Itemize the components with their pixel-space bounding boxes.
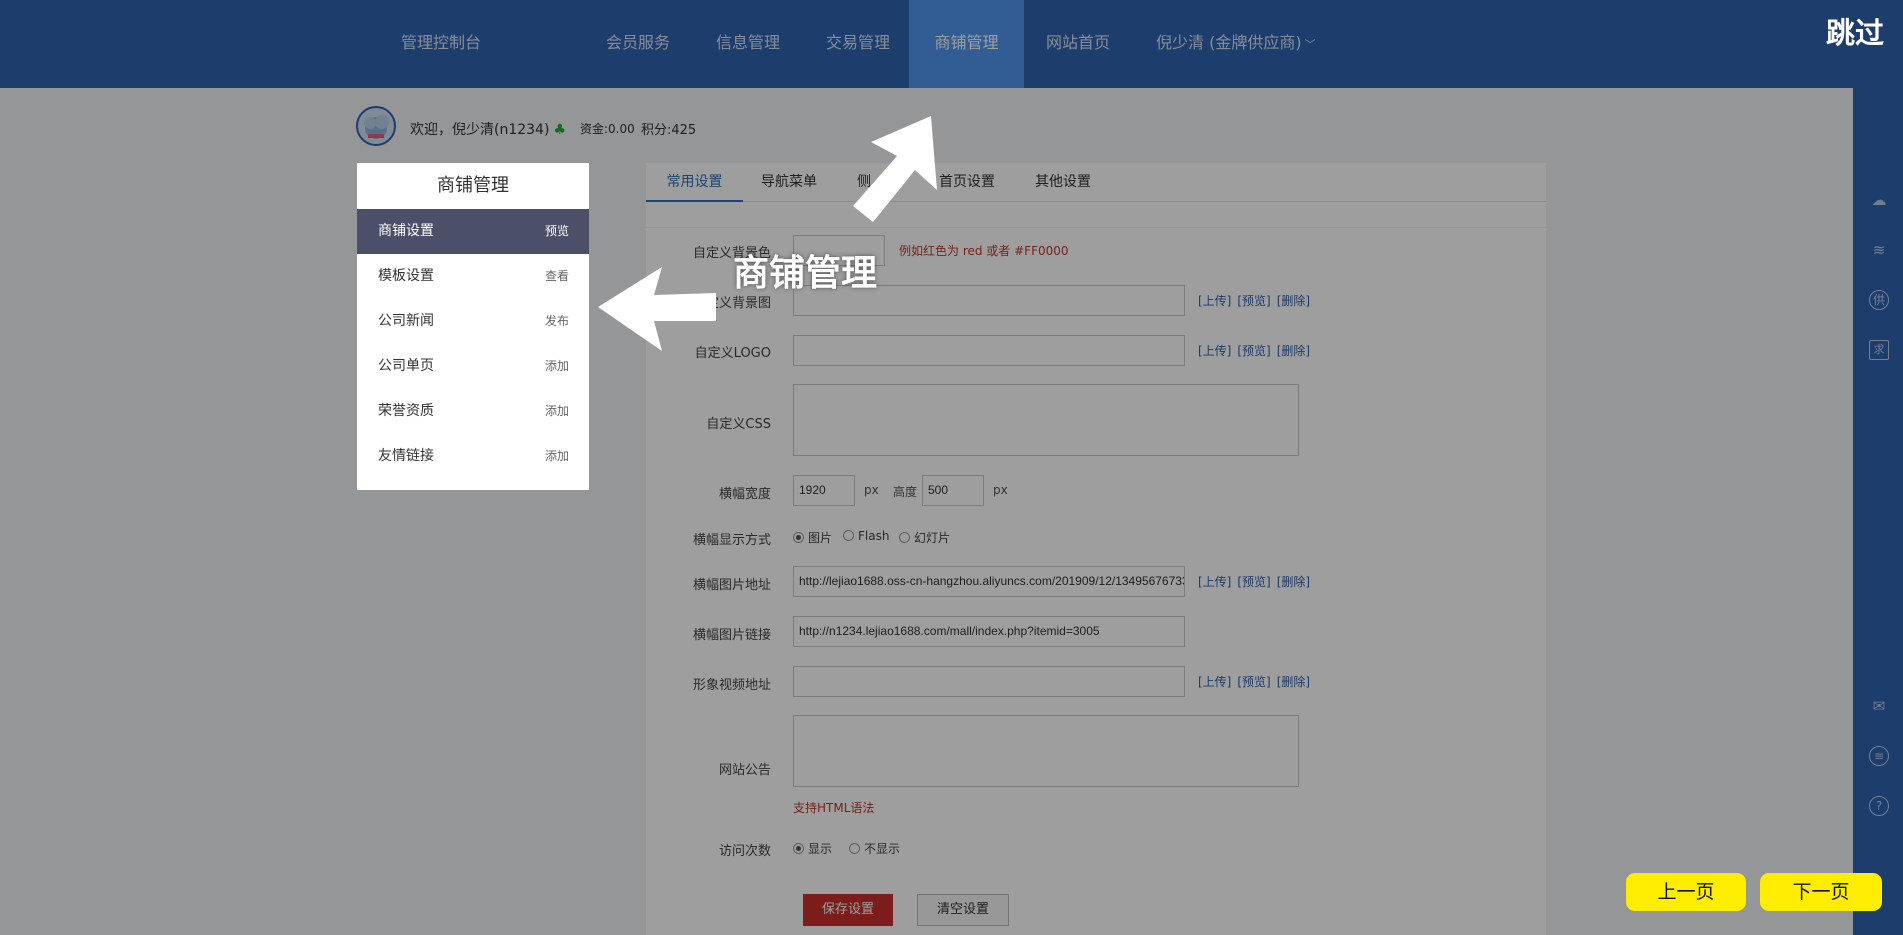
menu-item-action[interactable]: 添加 <box>545 434 569 479</box>
menu-item-company-page[interactable]: 公司单页 添加 <box>357 344 589 389</box>
menu-item-action[interactable]: 查看 <box>545 254 569 299</box>
menu-item-label: 公司单页 <box>378 358 434 374</box>
menu-item-company-news[interactable]: 公司新闻 发布 <box>357 299 589 344</box>
menu-item-action[interactable]: 添加 <box>545 344 569 389</box>
tutorial-overlay <box>0 0 1903 935</box>
menu-item-action[interactable]: 预览 <box>545 209 569 254</box>
side-menu-title: 商铺管理 <box>437 175 509 196</box>
menu-item-honors[interactable]: 荣誉资质 添加 <box>357 389 589 434</box>
arrow-up-right-icon <box>853 116 937 222</box>
menu-item-label: 荣誉资质 <box>378 403 434 419</box>
next-page-button[interactable]: 下一页 <box>1760 873 1882 911</box>
arrow-left-icon <box>598 267 716 351</box>
menu-item-label: 商铺设置 <box>378 223 434 239</box>
menu-item-label: 公司新闻 <box>378 313 434 329</box>
menu-item-action[interactable]: 发布 <box>545 299 569 344</box>
menu-item-shop-settings[interactable]: 商铺设置 预览 <box>357 209 589 254</box>
menu-item-action[interactable]: 添加 <box>545 389 569 434</box>
skip-button[interactable]: 跳过 <box>1826 10 1884 52</box>
menu-item-friend-links[interactable]: 友情链接 添加 <box>357 434 589 479</box>
prev-page-button[interactable]: 上一页 <box>1626 873 1746 911</box>
tutorial-callout: 商铺管理 <box>733 253 878 294</box>
menu-item-label: 友情链接 <box>378 448 434 464</box>
shop-side-menu: 商铺管理 商铺设置 预览 模板设置 查看 公司新闻 发布 公司单页 添加 荣誉资… <box>357 163 589 490</box>
menu-item-label: 模板设置 <box>378 268 434 284</box>
menu-item-template-settings[interactable]: 模板设置 查看 <box>357 254 589 299</box>
